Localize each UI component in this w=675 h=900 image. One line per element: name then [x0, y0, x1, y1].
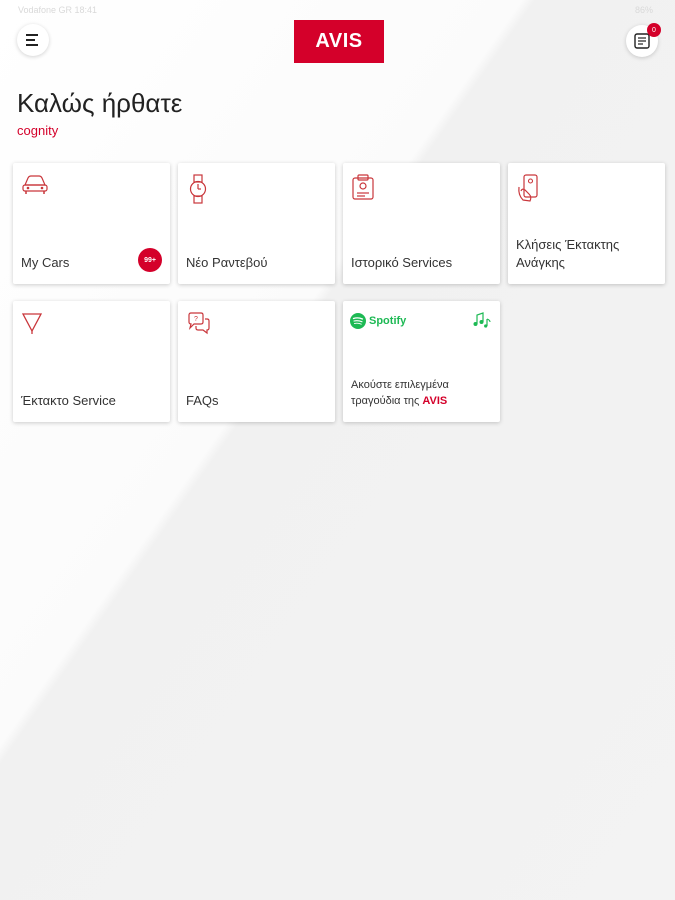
welcome-title: Καλώς ήρθατε — [17, 88, 183, 118]
spotify-logo: Spotify — [350, 313, 406, 329]
tile-label: Έκτακτο Service — [21, 393, 116, 408]
menu-button[interactable] — [17, 24, 49, 56]
status-left: Vodafone GR 18:41 — [18, 5, 98, 15]
avis-logo: AVIS — [294, 20, 384, 63]
watch-icon — [189, 174, 207, 204]
music-notes-icon — [473, 312, 491, 328]
status-bar: Vodafone GR 18:41 86% — [0, 0, 675, 20]
tile-emergency-calls[interactable]: Κλήσεις Έκτακτης Ανάγκης — [508, 163, 665, 284]
phone-hand-icon — [518, 174, 538, 202]
svg-text:?: ? — [194, 316, 198, 323]
spotify-brand: Spotify — [369, 315, 407, 327]
tile-label: Κλήσεις Έκτακτης Ανάγκης — [516, 237, 620, 270]
clipboard-icon — [352, 174, 374, 200]
chat-bubbles-icon: ? — [188, 312, 210, 335]
tile-label: Νέο Ραντεβού — [186, 255, 268, 270]
spotify-highlight: AVIS — [422, 395, 448, 407]
tile-faqs[interactable]: ? FAQs — [178, 301, 335, 422]
spotify-icon — [350, 313, 366, 329]
tile-new-appointment[interactable]: Νέο Ραντεβού — [178, 163, 335, 284]
spotify-tile-label: Ακούστε επιλεγμένα τραγούδια της AVIS — [351, 377, 492, 409]
notification-list-icon — [634, 33, 650, 49]
notification-badge: 0 — [647, 23, 661, 37]
tile-my-cars[interactable]: My Cars 99+ — [13, 163, 170, 284]
tile-emergency-service[interactable]: Έκτακτο Service — [13, 301, 170, 422]
username: cognity — [17, 123, 59, 138]
notifications-button[interactable]: 0 — [626, 23, 661, 57]
tile-label: FAQs — [186, 393, 219, 408]
status-right: 86% — [634, 5, 653, 15]
tile-service-history[interactable]: Ιστορικό Services — [343, 163, 500, 284]
car-icon — [22, 175, 48, 194]
tile-spotify[interactable]: Spotify Ακούστε επιλεγμένα τραγούδια της… — [343, 301, 500, 422]
tile-label: Ιστορικό Services — [351, 255, 453, 270]
hamburger-icon — [26, 34, 38, 46]
cars-count-badge: 99+ — [138, 248, 162, 272]
warning-triangle-icon — [21, 313, 43, 334]
